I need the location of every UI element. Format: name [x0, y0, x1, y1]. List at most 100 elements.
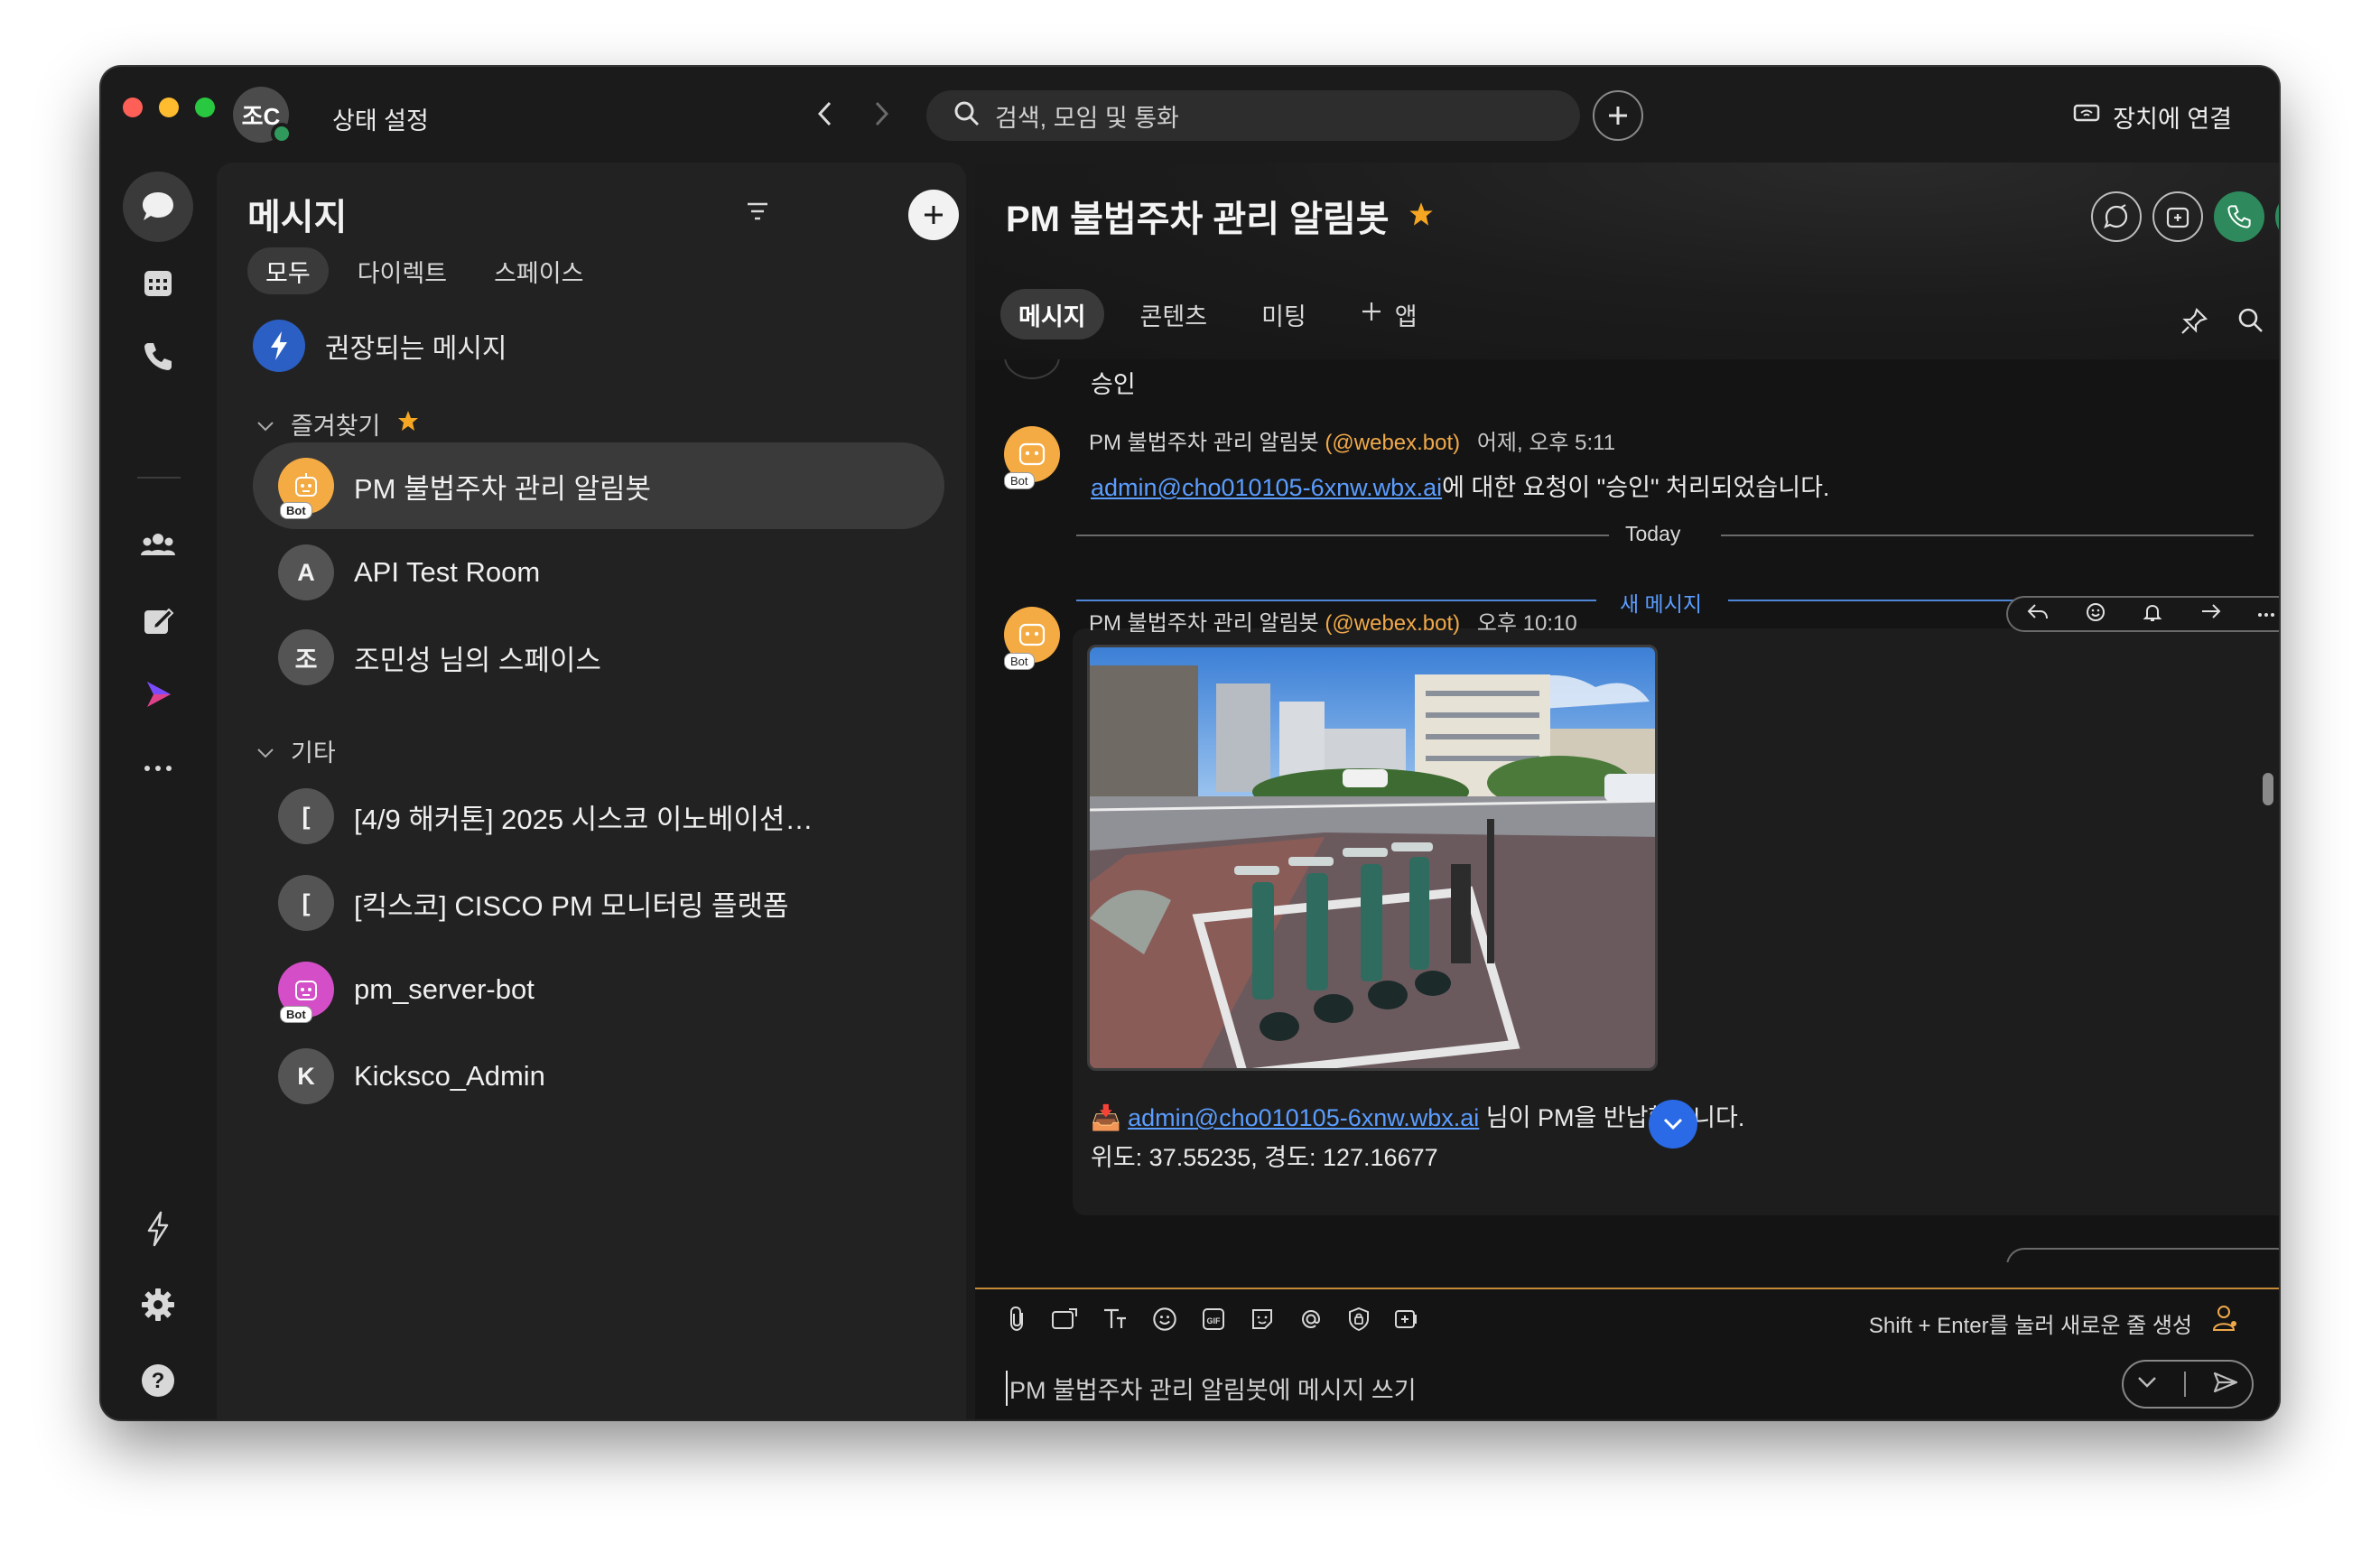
message-input[interactable]: PM 불법주차 관리 알림봇에 메시지 쓰기: [1006, 1371, 1417, 1406]
whiteboard-icon[interactable]: [123, 585, 193, 656]
apps-plus-icon[interactable]: [1394, 1307, 1421, 1335]
space-item-pm-bot[interactable]: Bot PM 불법주차 관리 알림봇: [253, 442, 944, 529]
tab-direct[interactable]: 다이렉트: [339, 247, 465, 294]
recommended-messages[interactable]: 권장되는 메시지: [253, 320, 507, 372]
space-item-cisco-pm[interactable]: [ [킥스코] CISCO PM 모니터링 플랫폼: [253, 860, 944, 946]
gif-icon[interactable]: GIF: [1201, 1307, 1226, 1336]
space-label: pm_server-bot: [354, 973, 535, 1005]
calendar-icon[interactable]: [123, 247, 193, 318]
reminder-bell-icon[interactable]: [2142, 601, 2163, 628]
new-call-button[interactable]: [1593, 90, 1643, 141]
scrollbar[interactable]: [2263, 773, 2273, 805]
secure-lock-icon[interactable]: [1347, 1307, 1371, 1336]
screen-capture-icon[interactable]: [1051, 1307, 1078, 1335]
email-link[interactable]: admin@cho010105-6xnw.wbx.ai: [1128, 1104, 1479, 1131]
room-title-text: PM 불법주차 관리 알림봇: [1006, 200, 1390, 239]
avatar: [: [278, 875, 334, 931]
send-icon[interactable]: [2212, 1371, 2239, 1399]
messaging-icon[interactable]: [123, 172, 193, 242]
composer-hint: Shift + Enter를 눌러 새로운 줄 생성: [1868, 1314, 2192, 1338]
space-item-personal[interactable]: 조 조민성 님의 스페이스: [253, 614, 944, 701]
avatar: [: [278, 788, 334, 844]
room-title: PM 불법주차 관리 알림봇: [1006, 190, 1435, 242]
search-icon[interactable]: [2237, 307, 2264, 339]
tab-spaces[interactable]: 스페이스: [476, 247, 601, 294]
divider-line: [1721, 535, 2254, 536]
tab-add-app[interactable]: 앱: [1343, 289, 1436, 339]
activity-button[interactable]: [2091, 191, 2142, 242]
space-item-pm-server-bot[interactable]: Bot pm_server-bot: [253, 946, 944, 1033]
avatar: A: [278, 544, 334, 600]
bot-avatar-icon[interactable]: Bot: [1004, 607, 1060, 670]
message-actions-bar: [2006, 596, 2279, 632]
reply-icon[interactable]: [2026, 602, 2050, 627]
tab-all[interactable]: 모두: [247, 247, 329, 294]
close-window-button[interactable]: [123, 98, 143, 117]
tab-meetings[interactable]: 미팅: [1243, 289, 1325, 339]
phone-icon[interactable]: [123, 321, 193, 392]
app-window: 조C 상태 설정 검색, 모임 및 통화 장치에 연결 ? 메시지 모두 다이렉…: [101, 67, 2279, 1419]
connect-device-label: 장치에 연결: [2113, 106, 2232, 133]
emoji-react-icon[interactable]: [2085, 601, 2106, 628]
plus-icon: [1361, 301, 1382, 329]
tab-messages[interactable]: 메시지: [1000, 289, 1104, 339]
send-options-chevron-icon[interactable]: [2136, 1375, 2158, 1394]
svg-text:GIF: GIF: [1207, 1316, 1222, 1325]
pin-icon[interactable]: [2180, 307, 2208, 340]
email-link[interactable]: admin@cho010105-6xnw.wbx.ai: [1091, 474, 1442, 501]
star-icon[interactable]: [1408, 196, 1435, 237]
bolt-icon[interactable]: [123, 1194, 193, 1264]
svg-text:?: ?: [152, 1369, 165, 1393]
forward-icon[interactable]: [2199, 602, 2222, 627]
scroll-to-bottom-button[interactable]: [1649, 1100, 1697, 1148]
help-icon[interactable]: ?: [123, 1345, 193, 1416]
more-icon[interactable]: [2257, 606, 2275, 622]
space-item-api-test[interactable]: A API Test Room: [253, 529, 944, 616]
attach-icon[interactable]: [1008, 1306, 1027, 1337]
search-input[interactable]: 검색, 모임 및 통화: [926, 90, 1580, 141]
audio-call-button[interactable]: [2214, 191, 2264, 242]
gear-icon[interactable]: [123, 1269, 193, 1340]
others-label: 기타: [291, 739, 336, 767]
space-item-hackathon[interactable]: [ [4/9 해커톤] 2025 시스코 이노베이션…: [253, 773, 944, 860]
divider-line: [1076, 535, 1609, 536]
star-icon: [396, 409, 420, 439]
attached-photo[interactable]: [1087, 645, 1658, 1071]
sender-handle: (@webex.bot): [1325, 611, 1461, 636]
webex-app-icon[interactable]: [123, 659, 193, 730]
forward-arrow-icon[interactable]: [865, 98, 897, 130]
filter-tabs: 모두 다이렉트 스페이스: [247, 247, 601, 294]
bot-avatar-icon[interactable]: Bot: [1004, 426, 1060, 489]
bot-avatar-icon: Bot: [278, 458, 334, 519]
teams-icon[interactable]: [123, 509, 193, 580]
filter-icon[interactable]: [746, 200, 769, 227]
back-arrow-icon[interactable]: [809, 98, 841, 130]
person-icon[interactable]: [2212, 1304, 2239, 1337]
tab-content[interactable]: 콘텐츠: [1122, 289, 1226, 339]
mention-icon[interactable]: [1298, 1307, 1324, 1336]
emoji-icon[interactable]: [1152, 1307, 1177, 1336]
connect-device-button[interactable]: 장치에 연결: [2073, 99, 2232, 135]
rail-divider: [137, 477, 181, 479]
messages-panel: 메시지 모두 다이렉트 스페이스 권장되는 메시지 즐겨찾기 Bot PM 불법…: [217, 163, 966, 1419]
tab-apps-label: 앱: [1394, 302, 1418, 330]
sticker-icon[interactable]: [1250, 1307, 1275, 1336]
text-format-icon[interactable]: [1102, 1307, 1129, 1335]
space-item-kicksco-admin[interactable]: K Kicksco_Admin: [253, 1033, 944, 1120]
others-section-header[interactable]: 기타: [256, 733, 336, 768]
space-label: [킥스코] CISCO PM 모니터링 플랫폼: [354, 889, 789, 922]
more-icon[interactable]: [123, 733, 193, 804]
zoom-window-button[interactable]: [195, 98, 215, 117]
space-label: 조민성 님의 스페이스: [354, 644, 601, 676]
favorites-section-header[interactable]: 즐겨찾기: [256, 406, 420, 442]
next-message-actions-bar: [2006, 1248, 2279, 1262]
bot-badge: Bot: [1004, 472, 1035, 489]
schedule-meeting-button[interactable]: [2152, 191, 2203, 242]
message-sender-line: PM 불법주차 관리 알림봇 (@webex.bot) 오후 10:10: [1089, 605, 1577, 637]
send-button-group: [2122, 1360, 2254, 1409]
video-call-button[interactable]: [2275, 191, 2279, 242]
minimize-window-button[interactable]: [159, 98, 179, 117]
status-setting-button[interactable]: 상태 설정: [332, 101, 429, 136]
coordinates-text: 위도: 37.55235, 경도: 127.16677: [1091, 1144, 1438, 1171]
new-message-button[interactable]: [908, 190, 959, 240]
